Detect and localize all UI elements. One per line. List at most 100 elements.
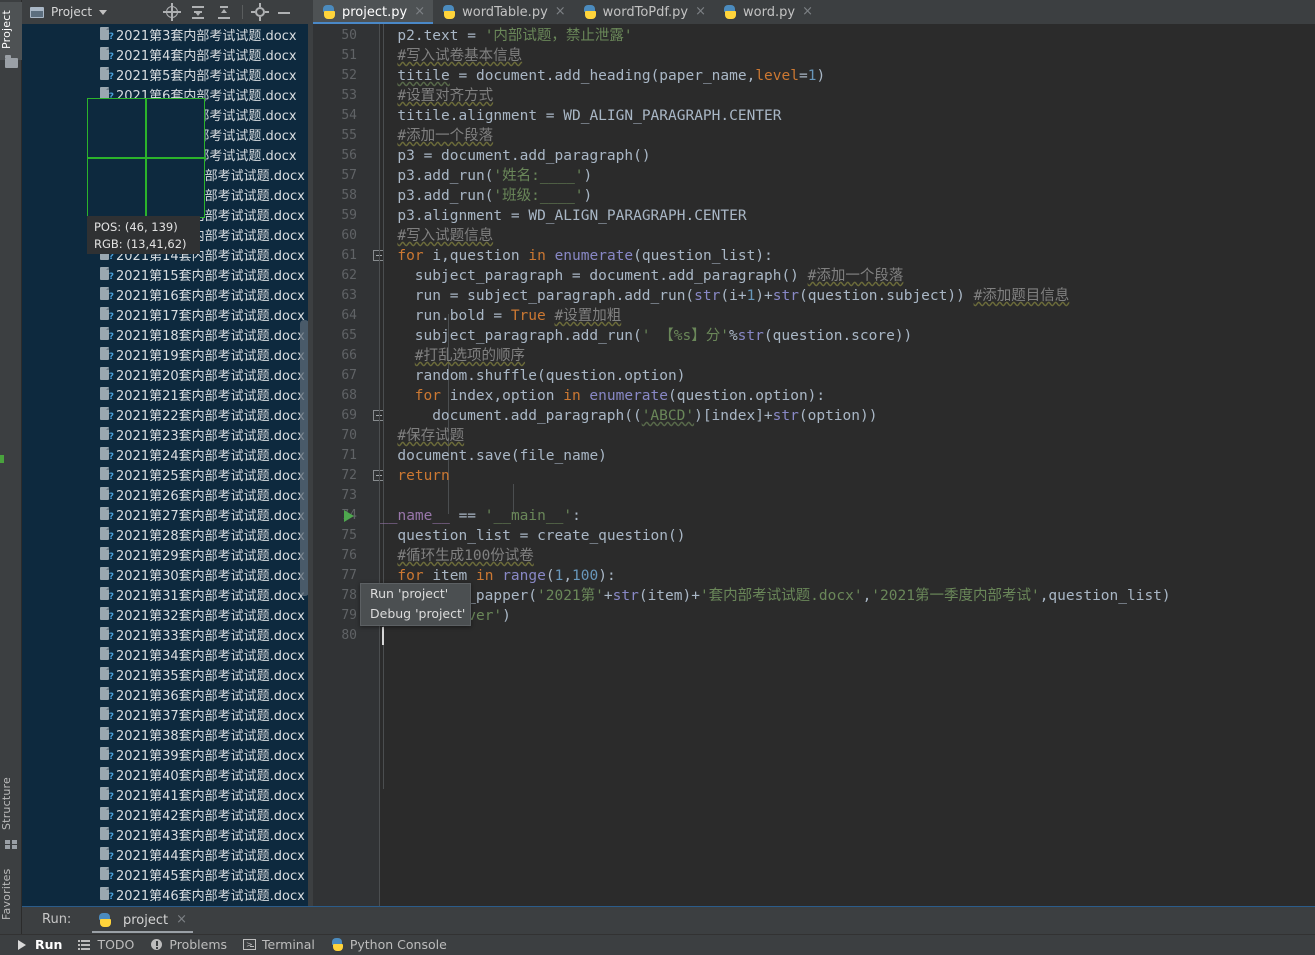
close-icon[interactable]: × xyxy=(555,6,566,18)
file-tree-item[interactable]: ?2021第4套内部考试试题.docx xyxy=(22,44,313,64)
file-tree-item[interactable]: ?2021第34套内部考试试题.docx xyxy=(22,644,313,664)
code-content[interactable]: p2.text = '内部试题，禁止泄露'#写入试卷基本信息titile = d… xyxy=(380,24,1315,906)
close-icon[interactable]: × xyxy=(176,914,187,926)
code-line[interactable]: p3 = document.add_paragraph() xyxy=(397,146,650,166)
chevron-down-icon[interactable] xyxy=(99,10,107,15)
editor-tab-wordToPdf-py[interactable]: wordToPdf.py× xyxy=(574,0,714,24)
editor-tab-project-py[interactable]: project.py× xyxy=(313,0,433,24)
code-line[interactable]: #保存试题 xyxy=(397,426,464,446)
file-tree-item[interactable]: ?2021第26套内部考试试题.docx xyxy=(22,484,313,504)
file-tree-item[interactable]: ?2021第19套内部考试试题.docx xyxy=(22,344,313,364)
file-tree-item[interactable]: ?2021第29套内部考试试题.docx xyxy=(22,544,313,564)
file-tree-item[interactable]: ?2021第30套内部考试试题.docx xyxy=(22,564,313,584)
text-caret xyxy=(382,627,384,645)
file-tree-item[interactable]: ?2021第41套内部考试试题.docx xyxy=(22,784,313,804)
code-line[interactable]: #设置对齐方式 xyxy=(397,86,493,106)
editor-tab-wordTable-py[interactable]: wordTable.py× xyxy=(433,0,574,24)
code-line[interactable]: random.shuffle(question.option) xyxy=(415,366,686,386)
code-line[interactable]: document.save(file_name) xyxy=(397,446,607,466)
code-token: subject_paragraph.add_run( xyxy=(415,328,642,344)
editor-tab-word-py[interactable]: word.py× xyxy=(714,0,821,24)
code-line[interactable]: p3.add_run('班级:____') xyxy=(397,186,592,206)
file-tree-item[interactable]: ?2021第24套内部考试试题.docx xyxy=(22,444,313,464)
file-tree-item[interactable]: ?2021第27套内部考试试题.docx xyxy=(22,504,313,524)
file-tree-item[interactable]: ?2021第45套内部考试试题.docx xyxy=(22,864,313,884)
code-line[interactable]: question_list = create_question() xyxy=(397,526,685,546)
status-bar-button-problems[interactable]: Problems xyxy=(150,937,227,952)
code-line[interactable]: document.add_paragraph(('ABCD')[index]+s… xyxy=(432,406,877,426)
file-tree-item[interactable]: ?2021第28套内部考试试题.docx xyxy=(22,524,313,544)
code-token: 100 xyxy=(572,568,598,584)
status-bar-button-todo[interactable]: TODO xyxy=(78,937,134,952)
file-tree-item[interactable]: ?2021第38套内部考试试题.docx xyxy=(22,724,313,744)
status-bar-button-python-console[interactable]: Python Console xyxy=(331,937,447,952)
editor-gutter[interactable]: 5051525354555657585960616263646566676869… xyxy=(313,24,380,906)
expand-all-icon[interactable] xyxy=(189,3,207,21)
rail-button-favorites[interactable]: Favorites xyxy=(0,858,22,930)
status-bar-button-terminal[interactable]: >Terminal xyxy=(243,937,315,952)
run-bar-accent-line xyxy=(22,906,1315,907)
run-debug-context-popup[interactable]: Run 'project' Debug 'project' xyxy=(360,583,471,626)
file-tree-item[interactable]: ?2021第33套内部考试试题.docx xyxy=(22,624,313,644)
locate-icon[interactable] xyxy=(163,3,181,21)
file-tree-item[interactable]: ?2021第37套内部考试试题.docx xyxy=(22,704,313,724)
file-tree-item[interactable]: ?2021第16套内部考试试题.docx xyxy=(22,284,313,304)
code-line[interactable]: for index,option in enumerate(question.o… xyxy=(415,386,825,406)
file-tree-item[interactable]: ?2021第22套内部考试试题.docx xyxy=(22,404,313,424)
code-line[interactable]: subject_paragraph.add_run(' 【%s】分'%str(q… xyxy=(415,326,912,346)
file-tree-item[interactable]: ?2021第43套内部考试试题.docx xyxy=(22,824,313,844)
file-tree-item[interactable]: ?2021第40套内部考试试题.docx xyxy=(22,764,313,784)
code-line[interactable]: #添加一个段落 xyxy=(397,126,493,146)
file-tree-item[interactable]: ?2021第44套内部考试试题.docx xyxy=(22,844,313,864)
file-tree-item[interactable]: ?2021第23套内部考试试题.docx xyxy=(22,424,313,444)
code-line[interactable]: #写入试题信息 xyxy=(397,226,493,246)
menu-item-run-project[interactable]: Run 'project' xyxy=(361,584,470,604)
code-line[interactable]: run = subject_paragraph.add_run(str(i+1)… xyxy=(415,286,1070,306)
code-line[interactable]: create_papper('2021第'+str(item)+'套内部考试试题… xyxy=(415,586,1171,606)
file-tree-item[interactable]: ?2021第42套内部考试试题.docx xyxy=(22,804,313,824)
code-line[interactable]: #写入试卷基本信息 xyxy=(397,46,522,66)
status-bar-button-run[interactable]: Run xyxy=(16,937,62,952)
code-token: p3.add_run( xyxy=(397,188,493,204)
collapse-all-icon[interactable] xyxy=(215,3,233,21)
file-tree-item[interactable]: ?2021第39套内部考试试题.docx xyxy=(22,744,313,764)
file-tree-item[interactable]: ?2021第46套内部考试试题.docx xyxy=(22,884,313,904)
code-line[interactable]: for i,question in enumerate(question_lis… xyxy=(397,246,772,266)
rail-button-structure[interactable]: Structure xyxy=(0,768,22,840)
file-tree-item[interactable]: ?2021第25套内部考试试题.docx xyxy=(22,464,313,484)
file-tree-item[interactable]: ?2021第15套内部考试试题.docx xyxy=(22,264,313,284)
file-tree-item[interactable]: ?2021第18套内部考试试题.docx xyxy=(22,324,313,344)
file-tree-item[interactable]: ?2021第36套内部考试试题.docx xyxy=(22,684,313,704)
code-line[interactable]: #循环生成100份试卷 xyxy=(397,546,533,566)
file-tree-item[interactable]: ?2021第21套内部考试试题.docx xyxy=(22,384,313,404)
code-line[interactable]: run.bold = True #设置加粗 xyxy=(415,306,621,326)
file-tree-item[interactable]: ?2021第35套内部考试试题.docx xyxy=(22,664,313,684)
rail-button-project[interactable]: Project xyxy=(0,2,22,60)
code-line[interactable]: __name__ == '__main__': xyxy=(380,506,581,526)
file-tree-item[interactable]: ?2021第5套内部考试试题.docx xyxy=(22,64,313,84)
run-gutter-icon[interactable] xyxy=(344,510,354,522)
gear-icon[interactable] xyxy=(251,3,269,21)
file-tree-item[interactable]: ?2021第17套内部考试试题.docx xyxy=(22,304,313,324)
code-line[interactable]: #打乱选项的顺序 xyxy=(415,346,525,366)
code-line[interactable]: p3.add_run('姓名:____') xyxy=(397,166,592,186)
code-editor[interactable]: 5051525354555657585960616263646566676869… xyxy=(313,24,1315,906)
menu-item-debug-project[interactable]: Debug 'project' xyxy=(361,604,470,624)
file-tree-item[interactable]: ?2021第3套内部考试试题.docx xyxy=(22,24,313,44)
minimize-icon[interactable] xyxy=(275,3,293,21)
file-tree-item[interactable]: ?2021第20套内部考试试题.docx xyxy=(22,364,313,384)
close-icon[interactable]: × xyxy=(695,6,706,18)
file-tree-item[interactable]: ?2021第32套内部考试试题.docx xyxy=(22,604,313,624)
code-line[interactable]: titile.alignment = WD_ALIGN_PARAGRAPH.CE… xyxy=(397,106,781,126)
close-icon[interactable]: × xyxy=(802,6,813,18)
file-tree-item[interactable]: ?2021第31套内部考试试题.docx xyxy=(22,584,313,604)
code-line[interactable]: subject_paragraph = document.add_paragra… xyxy=(415,266,904,286)
code-token: enumerate xyxy=(555,248,634,264)
run-configuration-tab[interactable]: project × xyxy=(92,909,193,933)
code-line[interactable]: p2.text = '内部试题，禁止泄露' xyxy=(397,26,632,46)
code-line[interactable]: return xyxy=(397,466,449,486)
code-line[interactable]: titile = document.add_heading(paper_name… xyxy=(397,66,825,86)
code-line[interactable]: p3.alignment = WD_ALIGN_PARAGRAPH.CENTER xyxy=(397,206,746,226)
file-name-label: 2021第46套内部考试试题.docx xyxy=(116,885,305,904)
close-icon[interactable]: × xyxy=(414,6,425,18)
